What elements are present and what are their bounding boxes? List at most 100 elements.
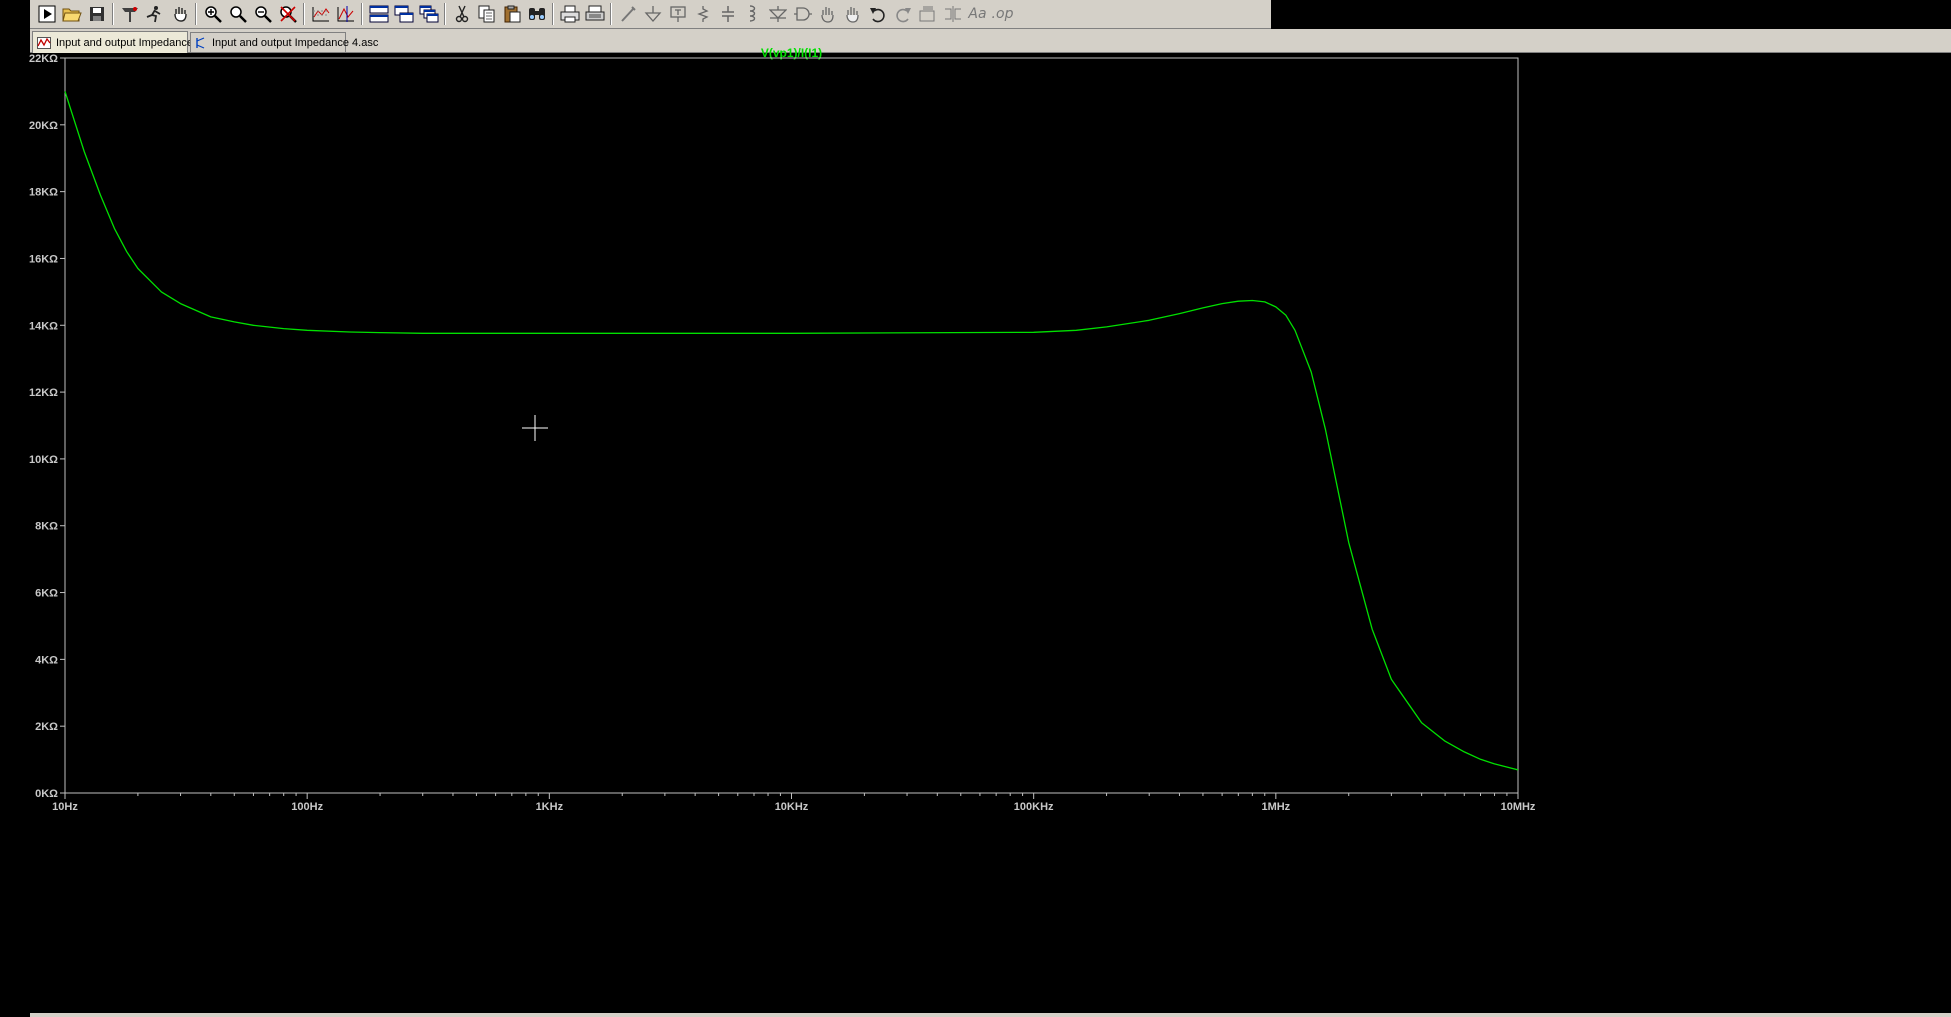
- capacitor-icon: [720, 5, 736, 23]
- print-preview-button[interactable]: [582, 2, 607, 26]
- find-icon: [527, 5, 547, 23]
- redo-button[interactable]: [890, 2, 915, 26]
- undo-icon: [869, 5, 887, 23]
- y-tick-label: 8KΩ: [35, 521, 58, 533]
- component-icon: [793, 5, 813, 23]
- tab-strip: Input and output Impedance 4.asc Input a…: [30, 29, 1951, 53]
- plot-window[interactable]: V(vp1)/I(I1) 0KΩ 2KΩ 4KΩ 6KΩ 8KΩ 10KΩ 12KΩ 14KΩ 1…: [29, 46, 1951, 1014]
- x-tick-label: 10Hz: [52, 801, 78, 813]
- undo-button[interactable]: [865, 2, 890, 26]
- tile-horizontal-icon: [369, 5, 389, 23]
- rotate-icon: [918, 5, 938, 23]
- copy-button[interactable]: [474, 2, 499, 26]
- window-bottom-edge: [30, 1013, 1951, 1017]
- y-tick-label: 18KΩ: [29, 187, 58, 199]
- ground-icon: [644, 5, 662, 23]
- zoom-fit-icon: [279, 5, 297, 23]
- y-tick-label: 20KΩ: [29, 120, 58, 132]
- tile-vertical-button[interactable]: [391, 2, 416, 26]
- zoom-area-button[interactable]: [225, 2, 250, 26]
- label-net-icon: [669, 5, 687, 23]
- mirror-button[interactable]: [940, 2, 965, 26]
- impedance-chart[interactable]: V(vp1)/I(I1)0KΩ2KΩ4KΩ6KΩ8KΩ10KΩ12KΩ14KΩ1…: [29, 46, 1951, 1014]
- run-button[interactable]: [34, 2, 59, 26]
- rotate-button[interactable]: [915, 2, 940, 26]
- control-panel-button[interactable]: [117, 2, 142, 26]
- paste-button[interactable]: [499, 2, 524, 26]
- toolbar-separator: [361, 3, 363, 25]
- x-tick-label: 100KHz: [1014, 801, 1054, 813]
- drag-button[interactable]: [840, 2, 865, 26]
- open-icon: [61, 6, 82, 22]
- y-tick-label: 4KΩ: [35, 654, 58, 666]
- control-panel-icon: [120, 5, 140, 23]
- diode-icon: [768, 5, 787, 23]
- inductor-icon: [746, 5, 760, 23]
- toolbar-separator: [303, 3, 305, 25]
- cascade-icon: [419, 5, 439, 23]
- tab-schematic[interactable]: Input and output Impedance 4.asc: [190, 32, 378, 52]
- mark-icon: [336, 5, 356, 23]
- component-button[interactable]: [790, 2, 815, 26]
- tile-vertical-icon: [394, 5, 414, 23]
- cut-icon: [454, 5, 470, 23]
- tab-waveform[interactable]: Input and output Impedance 4.asc: [32, 31, 222, 53]
- print-button[interactable]: [557, 2, 582, 26]
- run-icon: [38, 5, 56, 23]
- y-tick-label: 16KΩ: [29, 253, 58, 265]
- toolbar-separator: [444, 3, 446, 25]
- resistor-icon: [695, 5, 711, 23]
- cascade-button[interactable]: [416, 2, 441, 26]
- pan-button[interactable]: [167, 2, 192, 26]
- x-tick-label: 100Hz: [291, 801, 323, 813]
- paste-icon: [503, 5, 521, 23]
- save-icon: [89, 6, 105, 22]
- resistor-button[interactable]: [690, 2, 715, 26]
- label-net-button[interactable]: [665, 2, 690, 26]
- text-button[interactable]: Aa: [965, 2, 990, 26]
- move-icon: [818, 5, 838, 23]
- save-button[interactable]: [84, 2, 109, 26]
- tile-horizontal-button[interactable]: [366, 2, 391, 26]
- spice-directive-button[interactable]: .op: [990, 2, 1015, 26]
- move-button[interactable]: [815, 2, 840, 26]
- redo-icon: [894, 5, 912, 23]
- wire-icon: [619, 5, 637, 23]
- capacitor-button[interactable]: [715, 2, 740, 26]
- cut-button[interactable]: [449, 2, 474, 26]
- zoom-in-button[interactable]: [200, 2, 225, 26]
- mirror-icon: [943, 5, 963, 23]
- halt-icon: [145, 5, 165, 23]
- inductor-button[interactable]: [740, 2, 765, 26]
- spice-directive-icon: .op: [991, 6, 1014, 22]
- x-tick-label: 1KHz: [536, 801, 564, 813]
- print-preview-icon: [585, 5, 605, 23]
- zoom-out-button[interactable]: [250, 2, 275, 26]
- plot-frame: [64, 57, 1519, 794]
- toolbar-separator: [552, 3, 554, 25]
- print-icon: [560, 5, 580, 23]
- impedance-trace: [64, 91, 1519, 771]
- find-button[interactable]: [524, 2, 549, 26]
- y-tick-label: 2KΩ: [35, 721, 58, 733]
- y-tick-label: 12KΩ: [29, 387, 58, 399]
- y-tick-label: 10KΩ: [29, 454, 58, 466]
- zoom-area-icon: [229, 5, 247, 23]
- wire-button[interactable]: [615, 2, 640, 26]
- schematic-icon: [195, 36, 207, 49]
- y-tick-label: 6KΩ: [35, 588, 58, 600]
- halt-button[interactable]: [142, 2, 167, 26]
- open-button[interactable]: [59, 2, 84, 26]
- mark-button[interactable]: [333, 2, 358, 26]
- autorange-button[interactable]: [308, 2, 333, 26]
- zoom-in-icon: [204, 5, 222, 23]
- y-tick-label: 14KΩ: [29, 320, 58, 332]
- copy-icon: [478, 5, 496, 23]
- zoom-fit-button[interactable]: [275, 2, 300, 26]
- ground-button[interactable]: [640, 2, 665, 26]
- text-icon: Aa: [968, 6, 987, 22]
- waveform-icon: [37, 36, 51, 49]
- toolbar-separator: [195, 3, 197, 25]
- drag-icon: [843, 5, 863, 23]
- diode-button[interactable]: [765, 2, 790, 26]
